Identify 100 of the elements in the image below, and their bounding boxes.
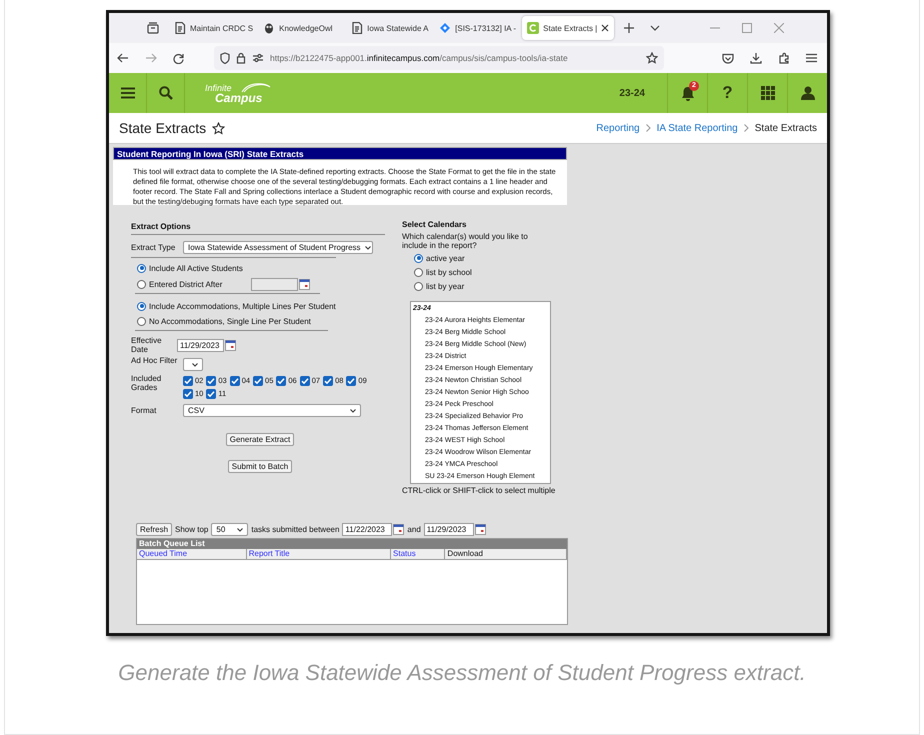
browser-tab[interactable]: Iowa Statewide A xyxy=(346,16,434,40)
radio-label: list by school xyxy=(426,268,472,276)
radio-button[interactable] xyxy=(137,316,146,326)
calendar-icon[interactable] xyxy=(225,340,236,351)
checkbox[interactable] xyxy=(183,376,193,386)
section-heading: Extract Options xyxy=(131,222,192,231)
document-icon xyxy=(351,22,364,34)
radio-label: Include Accommodations, Multiple Lines Per Student xyxy=(149,302,336,310)
checkbox[interactable] xyxy=(300,376,310,386)
date-field[interactable] xyxy=(251,278,298,290)
shield-icon xyxy=(220,52,230,64)
chevron-down-icon xyxy=(192,362,198,366)
radio-label: list by year xyxy=(426,282,464,290)
app-grid-icon[interactable] xyxy=(760,86,774,100)
pocket-icon[interactable] xyxy=(722,52,734,64)
radio-label: active year xyxy=(426,254,465,262)
download-icon[interactable] xyxy=(750,52,762,64)
question-text: Which calendar(s) would you like to include in the report? xyxy=(402,232,529,250)
chevron-down-icon[interactable] xyxy=(650,25,660,31)
chevron-down-icon xyxy=(237,528,244,532)
checkbox[interactable] xyxy=(346,376,356,386)
chevron-down-icon xyxy=(364,246,371,250)
field-label: Effective Date xyxy=(131,336,163,354)
dropdown[interactable]: 50 xyxy=(211,523,248,536)
date-field[interactable]: 11/29/2023 xyxy=(177,339,224,352)
radio-button[interactable] xyxy=(414,268,423,276)
close-icon[interactable] xyxy=(601,24,610,32)
column-header: Download xyxy=(445,549,567,559)
submit-button[interactable]: Submit to Batch xyxy=(228,460,292,473)
column-header-link[interactable]: Queued Time xyxy=(137,549,247,559)
radio-button[interactable] xyxy=(414,254,423,262)
checkbox[interactable] xyxy=(323,376,334,386)
calendar-icon[interactable] xyxy=(393,524,404,535)
help-button[interactable]: ? xyxy=(722,83,733,103)
refresh-button[interactable]: Refresh xyxy=(136,523,172,536)
checkbox[interactable] xyxy=(253,376,264,386)
document-icon xyxy=(174,22,186,34)
plus-icon[interactable] xyxy=(624,23,634,33)
radio-button[interactable] xyxy=(137,302,146,310)
chevron-right-icon xyxy=(744,124,749,132)
bell-icon[interactable] xyxy=(680,86,694,100)
browser-tab[interactable]: [SIS-173132] IA - xyxy=(434,16,522,40)
field-label: Included Grades xyxy=(131,374,162,392)
browser-tab[interactable]: KnowledgeOwl xyxy=(258,16,346,40)
search-icon[interactable] xyxy=(158,86,172,100)
and-label: and xyxy=(407,525,421,534)
breadcrumb-link[interactable]: IA State Reporting xyxy=(656,122,738,134)
dropdown[interactable] xyxy=(183,358,203,371)
panel-title: Student Reporting In Iowa (SRI) State Extracts xyxy=(113,147,567,160)
dropdown[interactable]: Iowa Statewide Assessment of Student Progress xyxy=(183,241,373,254)
calendar-icon[interactable] xyxy=(474,524,486,535)
checkbox[interactable] xyxy=(276,376,286,386)
field-label: Extract Type xyxy=(131,243,176,252)
table-title: Batch Queue List xyxy=(137,539,567,549)
column-header-link[interactable]: Status xyxy=(391,549,446,559)
radio-label: No Accommodations, Single Line Per Student xyxy=(149,316,311,326)
menu-icon[interactable] xyxy=(120,87,134,99)
section-heading: Select Calendars xyxy=(402,220,468,229)
date-field[interactable]: 11/29/2023 xyxy=(424,523,474,536)
user-icon[interactable] xyxy=(800,86,814,100)
column-header-link[interactable]: Report Title xyxy=(246,549,392,559)
radio-button[interactable] xyxy=(414,282,423,290)
lock-icon xyxy=(236,52,246,64)
tab-list-icon[interactable] xyxy=(147,22,159,34)
chevron-right-icon xyxy=(646,124,651,132)
generate-button[interactable]: Generate Extract xyxy=(226,433,294,446)
calendar-list[interactable] xyxy=(410,301,551,484)
dropdown[interactable]: CSV xyxy=(183,404,361,417)
field-label: Ad Hoc Filter xyxy=(131,356,178,365)
radio-button[interactable] xyxy=(137,264,146,272)
date-field[interactable]: 11/22/2023 xyxy=(342,523,392,536)
caption: Generate the Iowa Statewide Assessment of Student Progress extract. xyxy=(117,659,807,687)
tasks-label: tasks submitted between xyxy=(251,525,340,534)
breadcrumb-current: State Extracts xyxy=(754,122,817,134)
owl-icon xyxy=(263,22,276,34)
radio-label: Include All Active Students xyxy=(149,264,243,272)
school-year[interactable]: 23-24 xyxy=(619,73,667,113)
diamond-arrows-icon xyxy=(439,22,452,34)
checkbox[interactable] xyxy=(206,388,216,398)
permissions-icon[interactable] xyxy=(252,53,264,63)
extensions-icon[interactable] xyxy=(778,52,790,64)
field-label: Format xyxy=(131,406,158,415)
radio-button[interactable] xyxy=(137,280,146,288)
breadcrumb-link[interactable]: Reporting xyxy=(596,122,640,134)
checkbox[interactable] xyxy=(183,388,193,398)
radio-label: Entered District After xyxy=(149,280,222,288)
checkbox[interactable] xyxy=(206,376,216,386)
chevron-down-icon xyxy=(350,408,356,412)
app-logo-icon xyxy=(527,22,540,34)
reload-icon[interactable] xyxy=(173,52,184,64)
star-icon[interactable] xyxy=(212,122,226,134)
browser-tab[interactable]: Maintain CRDC S xyxy=(169,16,258,40)
page-title: State Extracts xyxy=(119,120,206,136)
calendar-icon[interactable] xyxy=(299,278,310,290)
menu-icon[interactable] xyxy=(806,53,817,63)
checkbox[interactable] xyxy=(230,376,240,386)
browser-tab[interactable]: State Extracts | xyxy=(522,16,614,40)
back-arrow-icon[interactable] xyxy=(117,53,129,63)
star-icon[interactable] xyxy=(646,52,658,64)
show-top-label: Show top xyxy=(175,525,208,534)
